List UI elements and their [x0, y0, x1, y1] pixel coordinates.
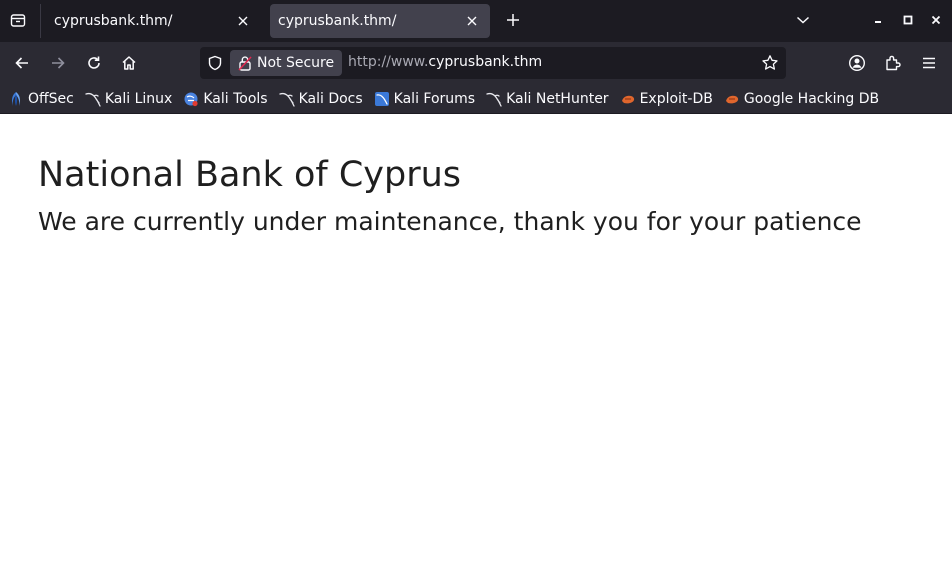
page-heading: National Bank of Cyprus [38, 155, 462, 195]
back-button[interactable] [8, 49, 36, 77]
home-button[interactable] [115, 49, 143, 77]
bookmark-kali-forums[interactable]: Kali Forums [374, 87, 475, 111]
bookmark-google-hacking-db[interactable]: Google Hacking DB [724, 87, 879, 111]
bookmark-label: Exploit-DB [639, 90, 713, 107]
url-bar[interactable]: Not Secure http://www.cyprusbank.thm [200, 47, 786, 79]
reload-icon [88, 56, 100, 69]
firefox-view-icon [10, 14, 26, 27]
close-window-button[interactable] [926, 10, 946, 30]
minimize-icon [875, 21, 881, 23]
tab-close-button[interactable] [235, 13, 251, 29]
url-scheme: http://www. [348, 54, 429, 70]
star-icon [762, 55, 778, 70]
bookmark-label: OffSec [28, 90, 74, 107]
forward-button[interactable] [44, 49, 72, 77]
bookmark-label: Kali Linux [104, 90, 173, 107]
bookmark-offsec[interactable]: OffSec [8, 87, 74, 111]
bookmark-kali-docs[interactable]: Kali Docs [278, 87, 363, 111]
page-content: National Bank of Cyprus We are currently… [0, 115, 952, 561]
insecure-lock-icon [238, 56, 252, 71]
bookmark-label: Kali Forums [393, 90, 476, 107]
tab-1[interactable]: cyprusbank.thm/ [41, 4, 261, 38]
account-icon [848, 54, 866, 72]
bookmark-label: Kali Docs [298, 90, 363, 107]
maximize-button[interactable] [898, 10, 918, 30]
bookmarks-toolbar: OffSec Kali Linux Kali Tools Kali Docs K… [0, 84, 952, 114]
chevron-down-icon [796, 16, 810, 24]
maintenance-message: We are currently under maintenance, than… [38, 207, 862, 236]
tracking-protection-button[interactable] [206, 54, 224, 72]
arrow-left-icon [15, 57, 28, 69]
exploit-db-icon [724, 91, 740, 107]
url-host: cyprusbank.thm [428, 54, 543, 70]
close-icon [931, 15, 941, 25]
list-all-tabs-button[interactable] [790, 8, 816, 32]
close-icon [467, 16, 477, 26]
account-button[interactable] [843, 49, 871, 77]
kali-tools-icon [183, 91, 199, 107]
site-security-button[interactable]: Not Secure [230, 50, 343, 76]
tab-title: cyprusbank.thm/ [278, 13, 397, 29]
bookmark-kali-linux[interactable]: Kali Linux [85, 87, 172, 111]
bookmark-kali-nethunter[interactable]: Kali NetHunter [486, 87, 609, 111]
kali-forums-icon [374, 91, 390, 107]
kali-dragon-icon [486, 91, 502, 107]
home-icon [122, 56, 136, 70]
app-menu-button[interactable] [915, 49, 943, 77]
plus-icon [507, 14, 519, 26]
offsec-icon [8, 91, 24, 107]
shield-icon [208, 55, 222, 71]
close-icon [238, 16, 248, 26]
firefox-view-button[interactable] [4, 5, 32, 35]
bookmark-star-button[interactable] [760, 53, 780, 73]
bookmark-kali-tools[interactable]: Kali Tools [183, 87, 268, 111]
navigation-toolbar: Not Secure http://www.cyprusbank.thm [0, 42, 952, 84]
tab-strip: cyprusbank.thm/ cyprusbank.thm/ [0, 0, 952, 42]
hamburger-menu-icon [923, 57, 935, 69]
not-secure-label: Not Secure [257, 55, 335, 71]
tab-title: cyprusbank.thm/ [54, 13, 173, 29]
minimize-button[interactable] [868, 10, 888, 30]
tab-close-button[interactable] [464, 13, 480, 29]
kali-dragon-icon [85, 91, 101, 107]
bookmark-label: Kali Tools [203, 90, 268, 107]
maximize-icon [903, 15, 913, 25]
bookmark-exploit-db[interactable]: Exploit-DB [620, 87, 713, 111]
extensions-button[interactable] [879, 49, 907, 77]
exploit-db-icon [620, 91, 636, 107]
url-text[interactable]: http://www.cyprusbank.thm [348, 54, 542, 70]
bookmark-label: Kali NetHunter [506, 90, 609, 107]
reload-button[interactable] [80, 49, 108, 77]
arrow-right-icon [52, 57, 65, 69]
bookmark-label: Google Hacking DB [743, 90, 880, 107]
kali-dragon-icon [278, 91, 295, 107]
tab-2-active[interactable]: cyprusbank.thm/ [270, 4, 490, 38]
puzzle-piece-icon [886, 55, 901, 71]
new-tab-button[interactable] [500, 7, 526, 33]
